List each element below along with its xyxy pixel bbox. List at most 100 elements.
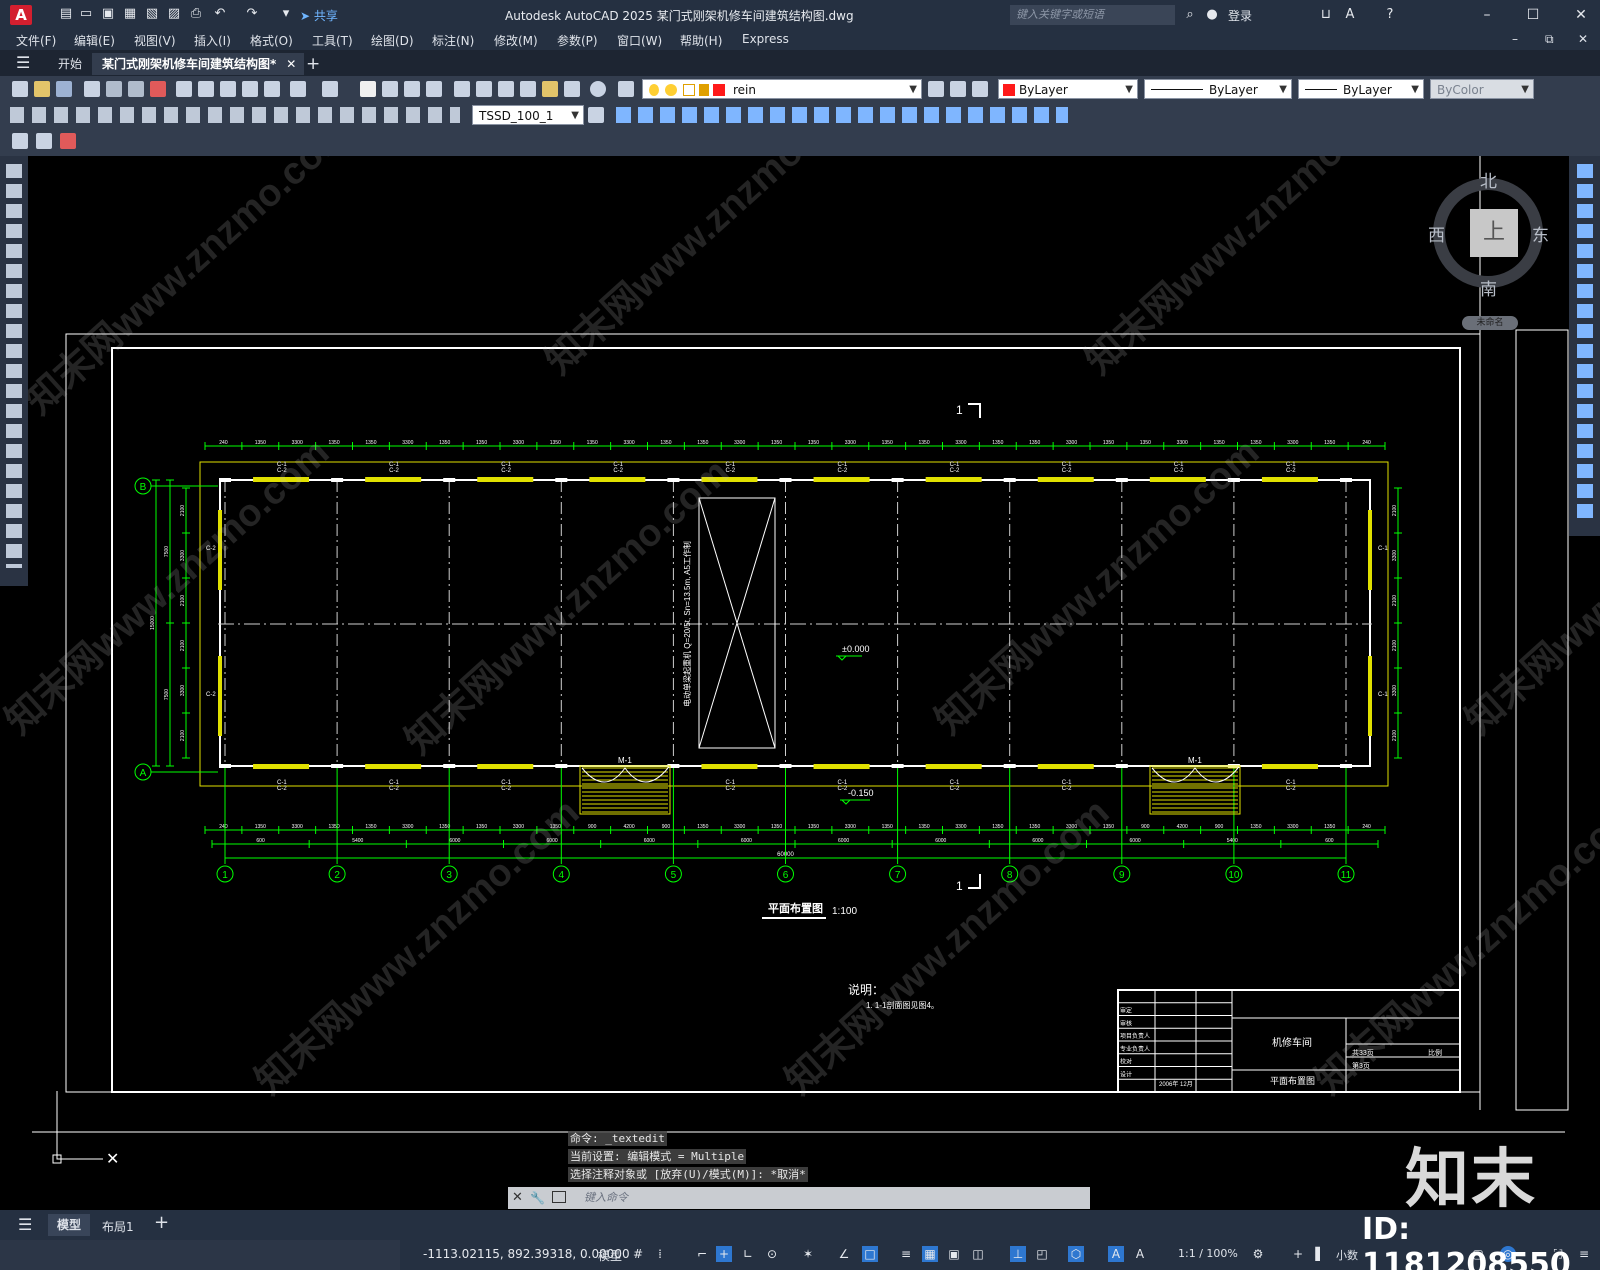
- customize-command-icon[interactable]: 🔧: [530, 1187, 545, 1209]
- toolpalettes-icon[interactable]: [498, 81, 514, 97]
- compass-north[interactable]: 北: [1480, 167, 1497, 192]
- close-tab-icon[interactable]: ✕: [286, 53, 296, 75]
- new-tab-button[interactable]: +: [296, 53, 330, 75]
- compass-south[interactable]: 南: [1480, 275, 1497, 300]
- menu-help[interactable]: 帮助(H): [680, 32, 722, 49]
- dynamic-input-icon[interactable]: +: [716, 1246, 732, 1262]
- redo-tool-icon[interactable]: [322, 81, 338, 97]
- wcs-menu[interactable]: 未命名: [1462, 316, 1518, 330]
- menu-edit[interactable]: 编辑(E): [74, 32, 115, 49]
- autocad-logo-icon[interactable]: A: [10, 5, 32, 25]
- otrack-icon[interactable]: ∠: [836, 1246, 852, 1262]
- viewcube-top-face[interactable]: 上: [1470, 209, 1518, 257]
- ortho-icon[interactable]: ∟: [740, 1246, 756, 1262]
- cad-drawing[interactable]: C-2C-1C-1C-2C-2C-1C-1C-2C-2C-1C-1C-2C-2C…: [0, 156, 1600, 1210]
- menu-insert[interactable]: 插入(I): [194, 32, 231, 49]
- matchprop-icon[interactable]: [242, 81, 258, 97]
- lineweight-dropdown[interactable]: ByLayer ▼: [1298, 79, 1424, 99]
- tab-drawing[interactable]: 某门式刚架机修车间建筑结构图* ✕: [92, 53, 305, 75]
- markup-icon[interactable]: [542, 81, 558, 97]
- properties-icon[interactable]: [454, 81, 470, 97]
- dimension-tools-strip[interactable]: [10, 107, 460, 123]
- plot-icon[interactable]: ⎙: [188, 6, 204, 22]
- qnew-icon[interactable]: [12, 81, 28, 97]
- drawing-canvas[interactable]: C-2 C-1 C-1 C-2 C-2 C-1 C-1 C-2 C-2 C-1 C-1 C-2 C-2 C…: [0, 156, 1600, 1210]
- tab-layout1[interactable]: 布局1: [102, 1218, 134, 1235]
- paste-icon[interactable]: [220, 81, 236, 97]
- dimstyle-dropdown[interactable]: TSSD_100_1 ▼: [472, 105, 584, 125]
- command-input[interactable]: 键入命令: [584, 1187, 628, 1209]
- annotation-scale[interactable]: 1:1 / 100%: [1178, 1247, 1238, 1260]
- undo-tool-icon[interactable]: [290, 81, 306, 97]
- search-icon[interactable]: ⌕: [1182, 7, 1198, 23]
- dimstyle-manager-icon[interactable]: [588, 107, 604, 123]
- pan-icon[interactable]: [360, 81, 376, 97]
- menu-icon[interactable]: ☰: [16, 53, 30, 72]
- plotstyle-dropdown[interactable]: ByColor ▼: [1430, 79, 1534, 99]
- isodraft-icon[interactable]: ✶: [800, 1246, 816, 1262]
- layer-previous-icon[interactable]: [950, 81, 966, 97]
- dwf-icon[interactable]: [150, 81, 166, 97]
- zoom-realtime-icon[interactable]: [382, 81, 398, 97]
- maximize-button[interactable]: ☐: [1522, 4, 1544, 26]
- zoom-previous-icon[interactable]: [426, 81, 442, 97]
- preview-icon[interactable]: [106, 81, 122, 97]
- minimize-button[interactable]: –: [1476, 4, 1498, 26]
- 3d-osnap-icon[interactable]: ◫: [970, 1246, 986, 1262]
- cut-icon[interactable]: [176, 81, 192, 97]
- close-button[interactable]: ✕: [1570, 4, 1592, 26]
- units-icon[interactable]: ▌: [1312, 1246, 1328, 1262]
- copy-icon[interactable]: [198, 81, 214, 97]
- autoscale-icon[interactable]: A: [1132, 1246, 1148, 1262]
- menu-modify[interactable]: 修改(M): [494, 32, 538, 49]
- autodesk-icon[interactable]: A: [1342, 7, 1358, 23]
- login-button[interactable]: 登录: [1228, 7, 1252, 24]
- selection-cycling-icon[interactable]: ▣: [946, 1246, 962, 1262]
- compass-west[interactable]: 西: [1428, 221, 1445, 246]
- modify-tools-strip-right[interactable]: [1577, 164, 1593, 524]
- layer-properties-icon[interactable]: [618, 81, 634, 97]
- gizmo-icon[interactable]: ⬡: [1068, 1246, 1084, 1262]
- close-command-icon[interactable]: ✕: [512, 1187, 523, 1209]
- blockedit-icon[interactable]: [264, 81, 280, 97]
- save-file-icon[interactable]: [56, 81, 72, 97]
- compass-east[interactable]: 东: [1532, 221, 1549, 246]
- menu-file[interactable]: 文件(F): [16, 32, 56, 49]
- draw-tools-strip[interactable]: [6, 164, 22, 568]
- menu-tools[interactable]: 工具(T): [312, 32, 353, 49]
- add-layout-button[interactable]: +: [154, 1212, 169, 1233]
- layer-dropdown[interactable]: rein ▼: [642, 79, 922, 99]
- polar-icon[interactable]: ⊙: [764, 1246, 780, 1262]
- snap-icon[interactable]: ⁞: [652, 1246, 668, 1262]
- layer-state-icon[interactable]: [972, 81, 988, 97]
- help-icon[interactable]: ?: [1382, 7, 1398, 23]
- open-file-icon[interactable]: ▭: [78, 6, 94, 22]
- layout-menu-icon[interactable]: ☰: [18, 1215, 32, 1234]
- publish-dwf-icon[interactable]: [128, 81, 144, 97]
- annotation-monitor-icon[interactable]: +: [1290, 1246, 1306, 1262]
- doc-minimize-button[interactable]: –: [1512, 32, 1518, 46]
- zoom-window-icon[interactable]: [404, 81, 420, 97]
- save-icon[interactable]: ▣: [100, 6, 116, 22]
- customize-icon[interactable]: ▾: [278, 6, 294, 22]
- units-value[interactable]: 小数: [1336, 1247, 1358, 1263]
- menu-format[interactable]: 格式(O): [250, 32, 293, 49]
- workspace-icon[interactable]: ⚙: [1250, 1246, 1266, 1262]
- transparency-icon[interactable]: ▦: [922, 1246, 938, 1262]
- calculator-icon[interactable]: [564, 81, 580, 97]
- wblock-icon[interactable]: [12, 133, 28, 149]
- make-current-icon[interactable]: [928, 81, 944, 97]
- menu-dimension[interactable]: 标注(N): [432, 32, 474, 49]
- sheetset-icon[interactable]: [520, 81, 536, 97]
- share-button[interactable]: ➤ 共享: [300, 7, 338, 24]
- menu-parametric[interactable]: 参数(P): [557, 32, 598, 49]
- publish-icon[interactable]: ▨: [166, 6, 182, 22]
- redo-icon[interactable]: ↷: [244, 6, 260, 22]
- modify-tools-strip[interactable]: [616, 107, 1068, 123]
- linetype-dropdown[interactable]: ByLayer ▼: [1144, 79, 1292, 99]
- grid-icon[interactable]: #: [630, 1246, 646, 1262]
- xref-icon[interactable]: [60, 133, 76, 149]
- model-space-button[interactable]: 模型: [598, 1247, 622, 1264]
- help-tool-icon[interactable]: [590, 81, 606, 97]
- undo-icon[interactable]: ↶: [212, 6, 228, 22]
